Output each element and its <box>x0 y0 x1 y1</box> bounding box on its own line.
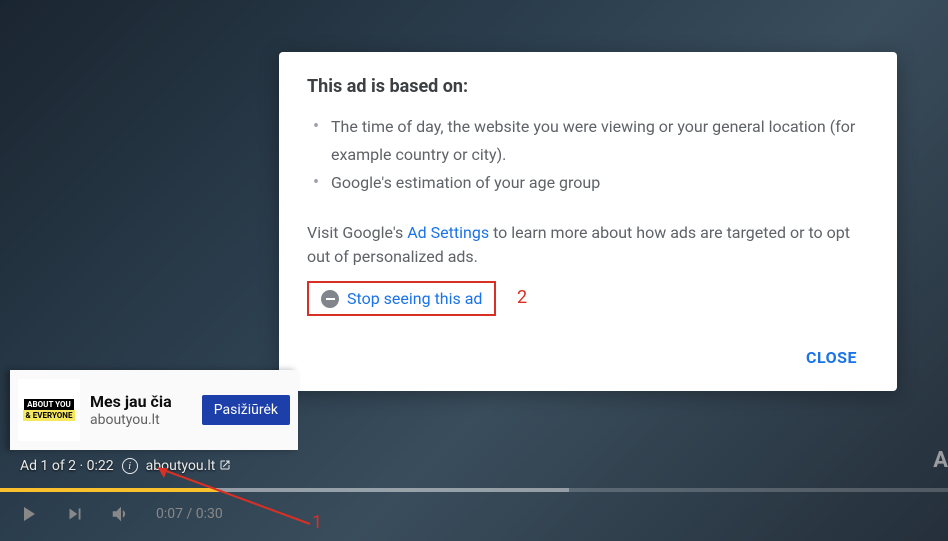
ad-settings-link[interactable]: Ad Settings <box>407 223 489 242</box>
ad-thumb-text-bottom: & EVERYONE <box>23 410 76 421</box>
stop-seeing-ad-button[interactable]: Stop seeing this ad <box>315 285 488 312</box>
ad-reason-list: The time of day, the website you were vi… <box>307 113 869 197</box>
minus-icon <box>321 290 339 308</box>
visit-text: Visit Google's Ad Settings to learn more… <box>307 221 869 269</box>
ad-thumb-text-top: ABOUT YOU <box>24 399 74 410</box>
next-button[interactable] <box>64 503 86 525</box>
right-partial-badge: A <box>933 448 948 473</box>
ad-card-domain: aboutyou.lt <box>90 412 192 428</box>
ad-reason-item: The time of day, the website you were vi… <box>331 113 869 169</box>
progress-played <box>0 488 218 492</box>
ad-thumbnail: ABOUT YOU & EVERYONE <box>18 379 80 441</box>
player-controls: 0:07 / 0:30 <box>16 502 223 526</box>
time-display: 0:07 / 0:30 <box>156 506 223 522</box>
play-button[interactable] <box>16 502 40 526</box>
ad-companion-card[interactable]: ABOUT YOU & EVERYONE Mes jau čia aboutyo… <box>10 370 298 450</box>
visit-prefix: Visit Google's <box>307 223 407 242</box>
ad-headline: Mes jau čia <box>90 392 192 412</box>
annotation-number-1: 1 <box>312 512 322 533</box>
info-icon[interactable]: i <box>122 458 138 474</box>
ad-reason-item: Google's estimation of your age group <box>331 169 869 197</box>
progress-bar[interactable] <box>0 488 948 492</box>
ad-card-text: Mes jau čia aboutyou.lt <box>90 392 192 428</box>
annotation-highlight-box: Stop seeing this ad <box>307 281 496 316</box>
ad-info-dialog: This ad is based on: The time of day, th… <box>279 52 897 391</box>
ad-status-line: Ad 1 of 2 · 0:22 i aboutyou.lt <box>20 458 231 474</box>
ad-external-link[interactable]: aboutyou.lt <box>146 458 232 474</box>
ad-progress-text: Ad 1 of 2 · 0:22 <box>20 458 114 474</box>
dialog-title: This ad is based on: <box>307 76 869 97</box>
external-link-icon <box>219 459 231 474</box>
volume-button[interactable] <box>110 503 132 525</box>
stop-seeing-label: Stop seeing this ad <box>347 289 482 308</box>
close-button[interactable]: CLOSE <box>794 340 869 375</box>
annotation-number-2: 2 <box>517 287 527 308</box>
ad-external-domain-text: aboutyou.lt <box>146 458 216 474</box>
ad-cta-button[interactable]: Pasižiūrėk <box>202 395 290 425</box>
